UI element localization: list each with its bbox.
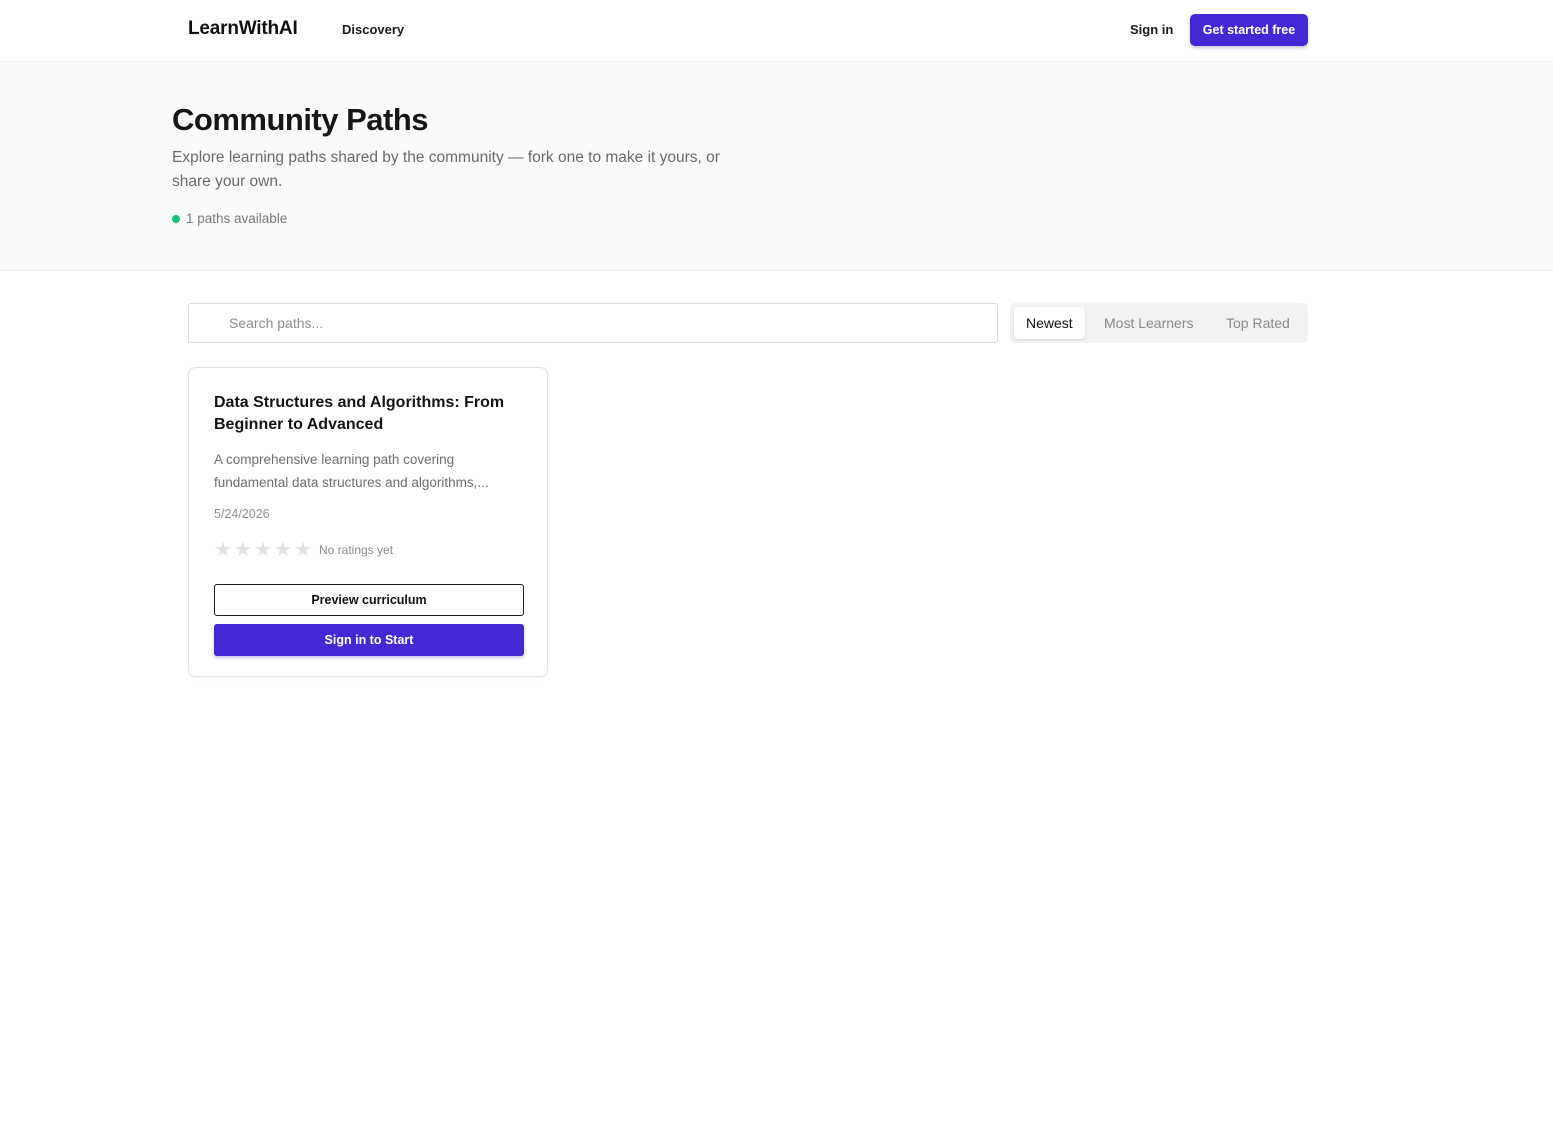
- star-icon: ★: [214, 539, 232, 561]
- star-icon: ★: [274, 539, 292, 561]
- star-icon: ★: [234, 539, 252, 561]
- status-dot-icon: [172, 214, 180, 223]
- path-card[interactable]: Data Structures and Algorithms: From Beg…: [188, 367, 548, 677]
- sort-tab-newest[interactable]: Newest: [1014, 307, 1085, 339]
- hero-section: Community Paths Explore learning paths s…: [0, 62, 1553, 271]
- sort-tab-most-learners[interactable]: Most Learners: [1092, 307, 1205, 339]
- preview-curriculum-button[interactable]: Preview curriculum: [214, 584, 524, 616]
- page-subtitle: Explore learning paths shared by the com…: [172, 149, 720, 190]
- top-nav: LearnWithAI Discovery Sign in Get starte…: [0, 0, 1553, 62]
- rating-label: No ratings yet: [319, 543, 394, 557]
- sort-tab-top-rated[interactable]: Top Rated: [1214, 307, 1302, 339]
- page-title: Community Paths: [172, 102, 429, 137]
- sign-in-to-start-button[interactable]: Sign in to Start: [214, 624, 524, 656]
- sort-tabs: Newest Most Learners Top Rated: [1010, 303, 1308, 343]
- get-started-button[interactable]: Get started free: [1190, 14, 1308, 46]
- path-description: A comprehensive learning path covering f…: [214, 452, 489, 490]
- star-icon: ★: [294, 539, 312, 561]
- search-input[interactable]: [189, 304, 997, 342]
- path-date: 5/24/2026: [214, 507, 270, 521]
- star-icon: ★: [254, 539, 272, 561]
- paths-count-label: 1 paths available: [186, 211, 288, 226]
- nav-link-discovery[interactable]: Discovery: [342, 22, 404, 37]
- sign-in-link[interactable]: Sign in: [1130, 22, 1173, 37]
- brand-logo[interactable]: LearnWithAI: [188, 18, 298, 40]
- paths-count-status: 1 paths available: [172, 211, 287, 226]
- star-rating: ★ ★ ★ ★ ★ No ratings yet: [213, 540, 393, 560]
- search-box: [188, 303, 998, 343]
- path-title[interactable]: Data Structures and Algorithms: From Beg…: [214, 392, 526, 436]
